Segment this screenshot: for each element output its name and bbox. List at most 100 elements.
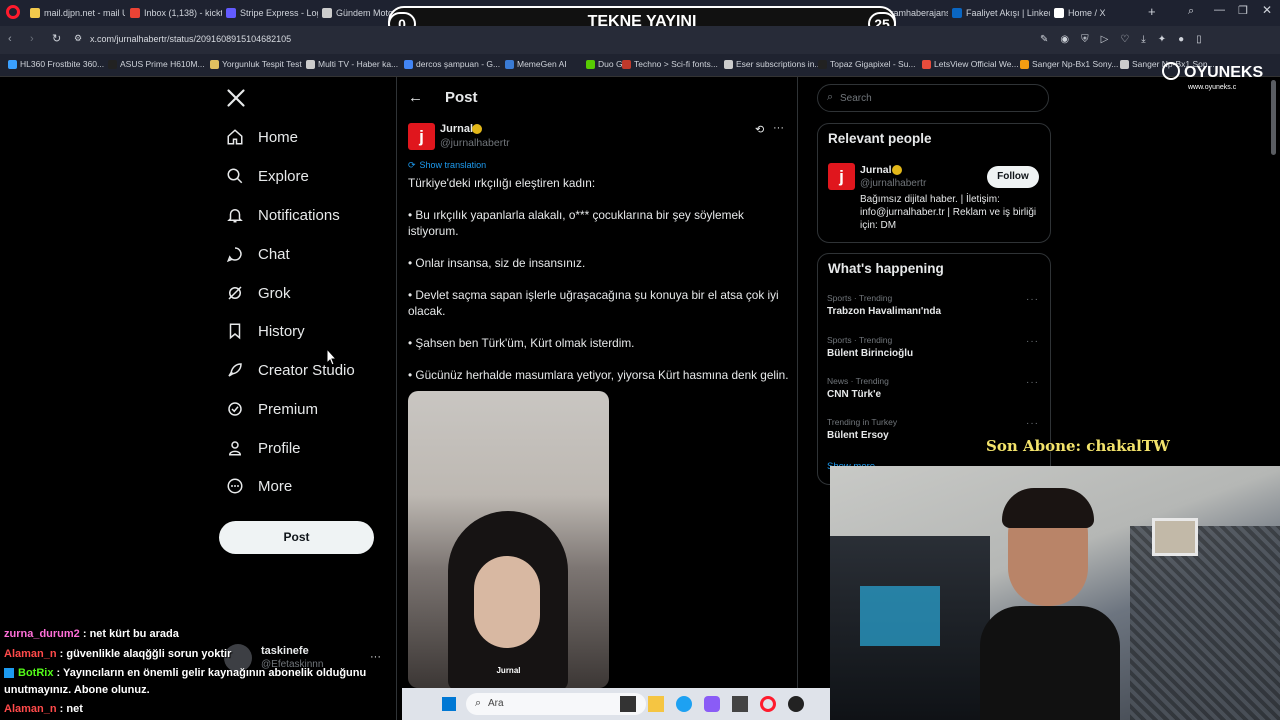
sidebar-item-more[interactable]: More bbox=[226, 477, 292, 495]
browser-tab[interactable]: Inbox (1,138) - kickta bbox=[130, 4, 222, 22]
post-button[interactable]: Post bbox=[219, 521, 374, 554]
task-view-icon[interactable] bbox=[620, 696, 636, 712]
sidebar-item-history[interactable]: History bbox=[226, 322, 305, 340]
browser-tab[interactable]: Stripe Express - Login bbox=[226, 4, 318, 22]
reload-icon[interactable]: ↻ bbox=[52, 32, 61, 45]
edit-icon[interactable]: ✎ bbox=[1040, 34, 1048, 45]
address-bar: ‹ › ↻ ⚙ x.com/jurnalhabertr/status/20916… bbox=[0, 26, 1280, 54]
browser-tab[interactable]: Faaliyet Akışı | Linked bbox=[952, 4, 1050, 22]
bookmark-item[interactable]: Techno > Sci-fi fonts... bbox=[622, 59, 718, 69]
trend-more-icon[interactable]: ··· bbox=[1026, 294, 1039, 305]
puzzle-icon[interactable]: ✦ bbox=[1158, 34, 1166, 45]
webcam-wall-frame bbox=[1152, 518, 1198, 556]
chat-bubble-icon bbox=[226, 247, 242, 263]
webcam-person-hair bbox=[1002, 488, 1094, 528]
person-icon bbox=[228, 441, 242, 456]
page-scrollbar[interactable] bbox=[1271, 80, 1276, 155]
windows-start-icon[interactable] bbox=[442, 697, 456, 711]
sidebar-item-explore[interactable]: Explore bbox=[226, 167, 309, 185]
sidebar-item-chat[interactable]: Chat bbox=[226, 245, 290, 263]
camera-icon[interactable]: ◉ bbox=[1060, 34, 1069, 45]
bookmark-item[interactable]: MemeGen AI bbox=[505, 59, 567, 69]
bookmark-item[interactable]: dercos şampuan - G... bbox=[404, 59, 500, 69]
bookmark-favicon-icon bbox=[1120, 59, 1129, 69]
close-window-icon[interactable]: ✕ bbox=[1262, 3, 1272, 17]
bookmark-label: MemeGen AI bbox=[517, 59, 567, 69]
search-input[interactable]: ⌕ Search bbox=[817, 84, 1049, 112]
relevant-people-title: Relevant people bbox=[828, 131, 932, 146]
sidebar-toggle-icon[interactable]: ▯ bbox=[1196, 34, 1202, 45]
shield-icon[interactable]: ⛨ bbox=[1081, 34, 1089, 45]
show-translation-label: Show translation bbox=[419, 160, 487, 170]
back-icon[interactable]: ‹ bbox=[8, 33, 12, 45]
sidebar-item-grok[interactable]: Grok bbox=[226, 284, 291, 302]
bookmark-label: Techno > Sci-fi fonts... bbox=[634, 59, 718, 69]
bookmark-label: Topaz Gigapixel - Su... bbox=[830, 59, 916, 69]
edge-icon[interactable] bbox=[676, 696, 692, 712]
sidebar-item-profile[interactable]: Profile bbox=[226, 439, 301, 457]
play-icon[interactable]: ▷ bbox=[1101, 34, 1109, 45]
trend-title[interactable]: Bülent Birincioğlu bbox=[827, 348, 913, 359]
download-icon[interactable]: ⤓ bbox=[1141, 34, 1145, 45]
sidebar-item-notifications[interactable]: Notifications bbox=[226, 206, 340, 224]
browser-tab[interactable]: mail.djpn.net - mail UI bbox=[30, 4, 125, 22]
opera-logo-icon[interactable] bbox=[6, 5, 20, 19]
post-more-icon[interactable]: ··· bbox=[773, 122, 784, 134]
last-subscriber-label: Son Abone: chakalTW bbox=[986, 437, 1170, 455]
trend-more-icon[interactable]: ··· bbox=[1026, 377, 1039, 388]
post-video[interactable]: Jurnal bbox=[408, 391, 609, 688]
person-handle[interactable]: @jurnalhabertr bbox=[860, 178, 926, 189]
maximize-icon[interactable]: ❐ bbox=[1238, 4, 1248, 17]
show-translation-link[interactable]: ⟳ Show translation bbox=[408, 160, 486, 171]
trend-title[interactable]: Trabzon Havalimanı'nda bbox=[827, 306, 941, 317]
account-more-icon[interactable]: ··· bbox=[370, 651, 381, 663]
brand-url: www.oyuneks.c bbox=[1188, 84, 1237, 91]
new-tab-icon[interactable]: + bbox=[1148, 4, 1156, 19]
sidebar-item-premium[interactable]: Premium bbox=[226, 400, 318, 418]
follow-button[interactable]: Follow bbox=[987, 166, 1039, 188]
bookmark-item[interactable]: Yorgunluk Tespit Test bbox=[210, 59, 302, 69]
copilot-icon[interactable] bbox=[704, 696, 720, 712]
person-name[interactable]: Jurnal bbox=[860, 164, 892, 176]
author-avatar[interactable]: j bbox=[408, 123, 435, 150]
bookmark-item[interactable]: Eser subscriptions in... bbox=[724, 59, 822, 69]
bookmark-item[interactable]: ASUS Prime H610M... bbox=[108, 59, 205, 69]
app-icon[interactable] bbox=[788, 696, 804, 712]
trend-title[interactable]: Bülent Ersoy bbox=[827, 430, 889, 441]
webcam-aquarium bbox=[860, 586, 940, 646]
site-info-icon[interactable]: ⚙ bbox=[74, 33, 82, 44]
grok-icon[interactable]: ⟲ bbox=[755, 123, 764, 136]
bookmark-item[interactable]: Sanger Np-Bx1 Sony... bbox=[1020, 59, 1118, 69]
sidebar-item-home[interactable]: Home bbox=[226, 128, 298, 146]
profile-icon[interactable]: ● bbox=[1178, 34, 1184, 45]
bookmark-favicon-icon bbox=[210, 59, 219, 69]
minimize-icon[interactable]: — bbox=[1214, 4, 1225, 16]
back-arrow-icon[interactable]: ← bbox=[408, 89, 423, 106]
bookmark-item[interactable]: HL360 Frostbite 360... bbox=[8, 59, 104, 69]
verified-badge-icon bbox=[228, 402, 242, 416]
heart-icon[interactable]: ♡ bbox=[1120, 34, 1129, 45]
whats-happening-title: What's happening bbox=[828, 261, 944, 276]
person-avatar[interactable]: j bbox=[828, 163, 855, 190]
file-explorer-icon[interactable] bbox=[648, 696, 664, 712]
webcam-feed bbox=[830, 466, 1280, 720]
sidebar-item-label: Premium bbox=[258, 400, 319, 418]
x-logo-icon[interactable] bbox=[226, 88, 246, 111]
search-tabs-icon[interactable]: ⌕ bbox=[1188, 5, 1194, 18]
browser-tab[interactable]: Home / X bbox=[1054, 4, 1126, 22]
author-handle[interactable]: @jurnalhabertr bbox=[440, 137, 510, 149]
url-field[interactable]: x.com/jurnalhabertr/status/2091608915104… bbox=[90, 34, 291, 44]
bookmark-item[interactable]: Topaz Gigapixel - Su... bbox=[818, 59, 916, 69]
bookmark-item[interactable]: LetsView Official We... bbox=[922, 59, 1019, 69]
oyuneks-logo-icon bbox=[1162, 62, 1180, 80]
author-name[interactable]: Jurnal bbox=[440, 123, 473, 135]
bookmark-item[interactable]: Multi TV - Haber ka... bbox=[306, 59, 398, 69]
trend-more-icon[interactable]: ··· bbox=[1026, 336, 1039, 347]
forward-icon[interactable]: › bbox=[30, 33, 34, 45]
opera-icon[interactable] bbox=[760, 696, 776, 712]
store-icon[interactable] bbox=[732, 696, 748, 712]
chat-username: Alaman_n bbox=[4, 703, 57, 715]
trend-title[interactable]: CNN Türk'e bbox=[827, 389, 881, 400]
trend-more-icon[interactable]: ··· bbox=[1026, 418, 1039, 429]
taskbar-search-input[interactable]: ⌕ Ara bbox=[466, 693, 646, 715]
